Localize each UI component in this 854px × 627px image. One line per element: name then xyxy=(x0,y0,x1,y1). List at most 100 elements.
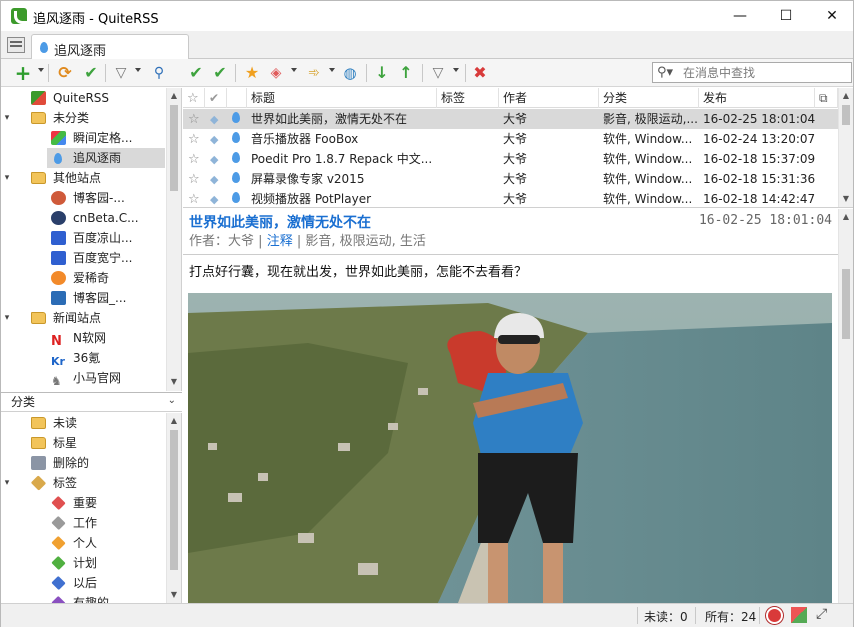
feed-item[interactable]: 博客园_... xyxy=(1,288,167,308)
star-icon[interactable]: ★ xyxy=(242,63,262,83)
expand-arrow-icon[interactable]: ▾ xyxy=(2,168,12,188)
mark-read-icon[interactable]: ✔ xyxy=(186,63,206,83)
news-search-box[interactable]: ⚲▾ xyxy=(652,62,852,83)
feed-item[interactable]: ▾ 未分类 xyxy=(1,108,167,128)
chevron-down-icon[interactable]: ⌄ xyxy=(168,395,176,406)
column-title[interactable]: 标题 xyxy=(247,88,437,108)
label-menu-chevron-icon[interactable] xyxy=(291,68,297,72)
category-item[interactable]: 未读 xyxy=(1,413,167,433)
feed-item[interactable]: ♞ 小马官网 xyxy=(1,368,167,388)
categories-header[interactable]: 分类 ⌄ xyxy=(1,392,182,412)
expand-arrow-icon[interactable]: ▾ xyxy=(2,308,12,328)
comments-link[interactable]: 注释 xyxy=(267,234,293,249)
feed-item[interactable]: 爱稀奇 xyxy=(1,268,167,288)
title-bar[interactable]: 追风逐雨 - QuiteRSS — ☐ ✕ xyxy=(1,1,853,31)
expand-arrow-icon[interactable]: ▾ xyxy=(2,108,12,128)
feed-item[interactable]: 百度宽宁... xyxy=(1,248,167,268)
feeds-scrollbar[interactable]: ▲ ▼ xyxy=(166,88,181,391)
fullscreen-icon[interactable]: ⤢ xyxy=(816,606,827,622)
category-item[interactable]: 标星 xyxy=(1,433,167,453)
image-toggle-icon[interactable] xyxy=(791,607,807,623)
news-row[interactable]: ☆ ◆ 世界如此美丽，激情无处不在 大爷 影音, 极限运动,... 16-02-25 18… xyxy=(183,109,838,129)
read-status-icon[interactable]: ◆ xyxy=(210,109,224,129)
scroll-down-icon[interactable]: ▼ xyxy=(839,191,853,206)
delete-icon[interactable]: ✖ xyxy=(470,63,490,83)
news-row[interactable]: ☆ ◆ 视频播放器 PotPlayer 大爷 软件, Window... 16-02-18… xyxy=(183,189,838,207)
previous-unread-icon[interactable]: ↑ xyxy=(396,63,416,83)
column-category[interactable]: 分类 xyxy=(599,88,699,108)
category-item[interactable]: 有趣的 xyxy=(1,593,167,603)
minimize-button[interactable]: — xyxy=(717,1,763,31)
add-feed-icon[interactable]: + xyxy=(13,63,33,83)
feed-item[interactable]: 瞬间定格... xyxy=(1,128,167,148)
feed-column-header[interactable] xyxy=(227,88,247,108)
update-feeds-icon[interactable]: ⟳ xyxy=(55,63,75,83)
article-scrollbar[interactable]: ▲ xyxy=(838,209,853,603)
feed-item[interactable]: N N软网 xyxy=(1,328,167,349)
scroll-thumb[interactable] xyxy=(170,105,178,191)
read-column-icon[interactable]: ✔ xyxy=(205,88,227,108)
category-item[interactable]: 工作 xyxy=(1,513,167,533)
expand-arrow-icon[interactable]: ▾ xyxy=(2,473,12,493)
column-published[interactable]: 发布 xyxy=(699,88,815,108)
scroll-up-icon[interactable]: ▲ xyxy=(167,413,181,428)
scroll-up-icon[interactable]: ▲ xyxy=(167,88,181,103)
scroll-thumb[interactable] xyxy=(842,269,850,339)
feed-item[interactable]: ▾ 新闻站点 xyxy=(1,308,167,328)
star-column-icon[interactable]: ☆ xyxy=(183,88,205,108)
categories-scrollbar[interactable]: ▲ ▼ xyxy=(166,413,181,603)
feed-item[interactable]: 百度凉山... xyxy=(1,228,167,248)
scroll-down-icon[interactable]: ▼ xyxy=(167,587,181,602)
feed-item[interactable]: Kr 36氪 xyxy=(1,348,167,368)
open-in-browser-icon[interactable]: ◍ xyxy=(340,63,360,83)
category-item[interactable]: 计划 xyxy=(1,553,167,573)
category-item[interactable]: 删除的 xyxy=(1,453,167,473)
scroll-down-icon[interactable]: ▼ xyxy=(167,374,181,389)
column-author[interactable]: 作者 xyxy=(499,88,599,108)
feed-item[interactable]: ▾ 其他站点 xyxy=(1,168,167,188)
search-icon[interactable]: ⚲▾ xyxy=(657,65,673,80)
feed-item[interactable]: cnBeta.C... xyxy=(1,208,167,228)
news-row[interactable]: ☆ ◆ Poedit Pro 1.8.7 Repack 中文... 大爷 软件, Win… xyxy=(183,149,838,169)
star-toggle-icon[interactable]: ☆ xyxy=(188,189,206,207)
news-row[interactable]: ☆ ◆ 屏幕录像专家 v2015 大爷 软件, Window... 16-02-18 15… xyxy=(183,169,838,189)
article-title-link[interactable]: 世界如此美丽，激情无处不在 xyxy=(189,212,371,232)
news-list-scrollbar[interactable]: ▲ ▼ xyxy=(838,88,853,207)
find-feed-icon[interactable]: ⚲ xyxy=(149,63,169,83)
scroll-up-icon[interactable]: ▲ xyxy=(839,88,853,103)
read-status-icon[interactable]: ◆ xyxy=(210,129,224,149)
next-unread-icon[interactable]: ↓ xyxy=(372,63,392,83)
column-labels[interactable]: 标签 xyxy=(437,88,499,108)
news-filter-icon[interactable]: ▽ xyxy=(428,63,448,83)
adblock-stop-icon[interactable] xyxy=(766,607,783,624)
filter-menu-chevron-icon[interactable] xyxy=(135,68,141,72)
scroll-thumb[interactable] xyxy=(170,430,178,570)
close-button[interactable]: ✕ xyxy=(809,1,854,31)
star-toggle-icon[interactable]: ☆ xyxy=(188,149,206,169)
star-toggle-icon[interactable]: ☆ xyxy=(188,109,206,129)
read-status-icon[interactable]: ◆ xyxy=(210,169,224,189)
paraglider-photo[interactable] xyxy=(188,293,832,603)
scroll-thumb[interactable] xyxy=(842,105,850,125)
feed-item[interactable]: 博客园-... xyxy=(1,188,167,208)
feed-item[interactable]: QuiteRSS xyxy=(1,88,167,108)
share-menu-chevron-icon[interactable] xyxy=(329,68,335,72)
feed-filter-icon[interactable]: ▽ xyxy=(111,63,131,83)
panel-toggle-button[interactable] xyxy=(7,37,25,53)
category-item[interactable]: ▾ 标签 xyxy=(1,473,167,493)
star-toggle-icon[interactable]: ☆ xyxy=(188,169,206,189)
mark-all-read-icon[interactable]: ✔ xyxy=(210,63,230,83)
share-icon[interactable]: ➾ xyxy=(304,63,324,83)
read-status-icon[interactable]: ◆ xyxy=(210,149,224,169)
category-item[interactable]: 个人 xyxy=(1,533,167,553)
star-toggle-icon[interactable]: ☆ xyxy=(188,129,206,149)
label-tag-icon[interactable]: ◈ xyxy=(266,63,286,83)
scroll-up-icon[interactable]: ▲ xyxy=(839,209,853,224)
category-item[interactable]: 重要 xyxy=(1,493,167,513)
search-input[interactable] xyxy=(683,64,843,81)
maximize-button[interactable]: ☐ xyxy=(763,1,809,31)
tab-feed[interactable]: 追风逐雨 xyxy=(31,34,189,60)
feed-item[interactable]: 追风逐雨 xyxy=(47,148,165,168)
column-settings-icon[interactable]: ⧉ xyxy=(815,88,838,108)
mark-feed-read-icon[interactable]: ✔ xyxy=(81,63,101,83)
